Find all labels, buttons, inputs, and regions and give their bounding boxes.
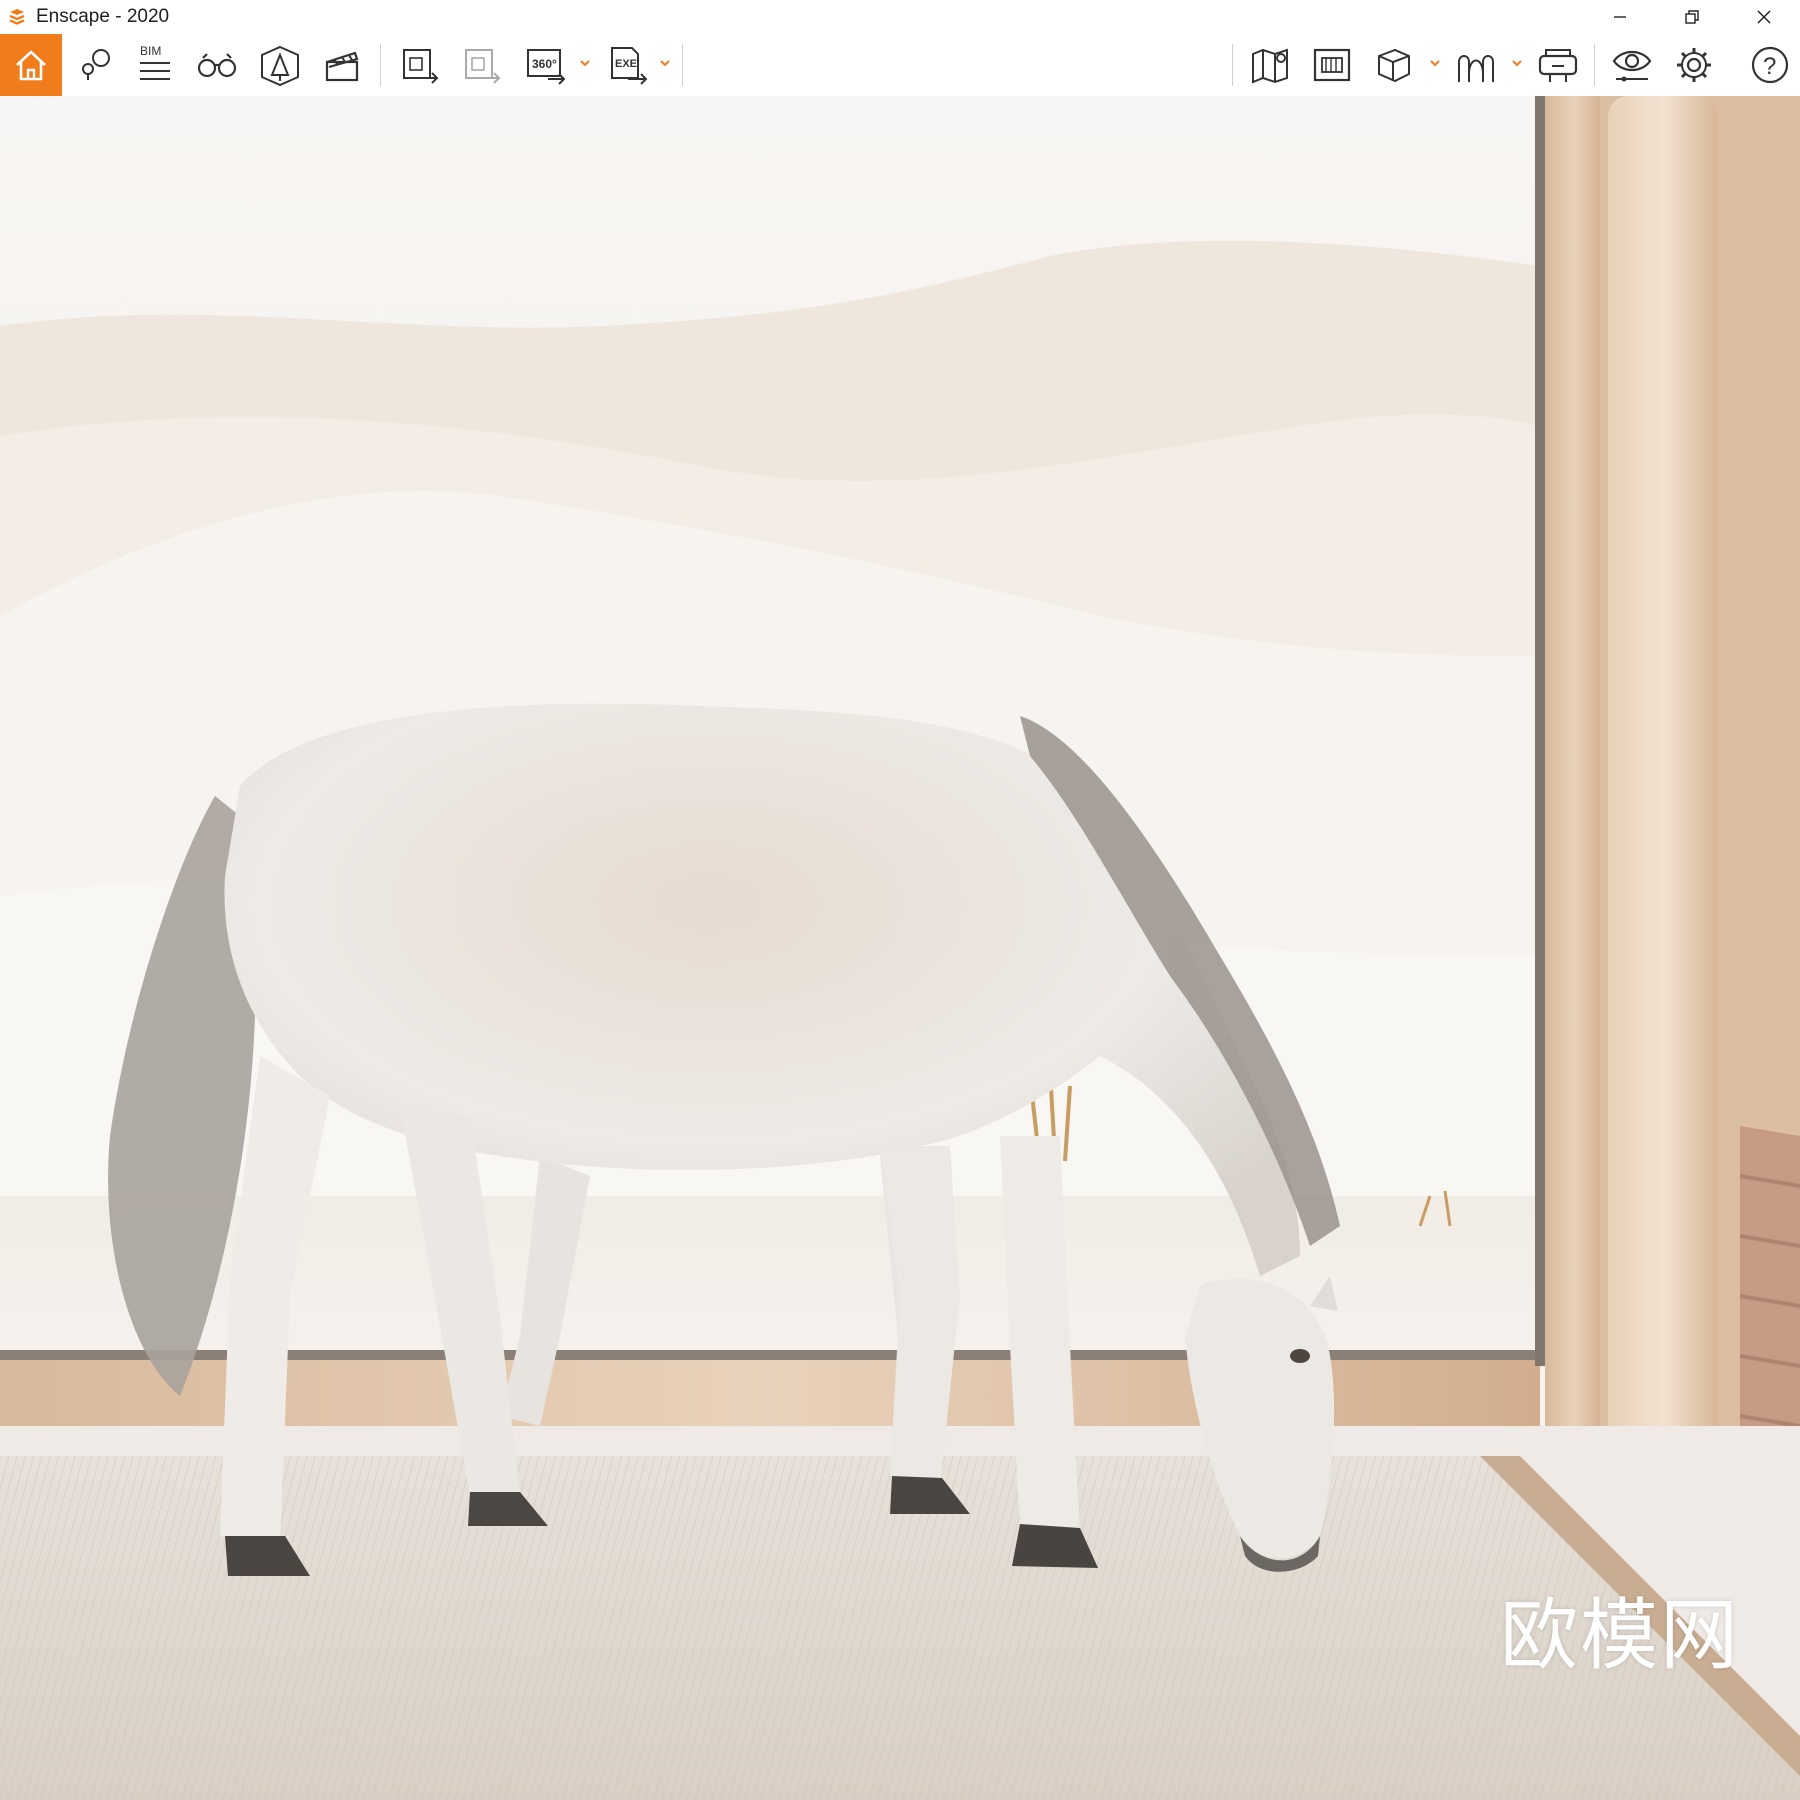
- view-cube-icon: [1373, 44, 1415, 86]
- clapperboard-icon: [322, 45, 362, 85]
- location-pins-button[interactable]: [70, 34, 122, 96]
- visual-settings-button[interactable]: [1606, 34, 1658, 96]
- panorama-360-button[interactable]: 360°: [520, 34, 572, 96]
- vr-headset-icon: [1536, 44, 1580, 86]
- help-button[interactable]: ?: [1744, 34, 1796, 96]
- export-exe-label: EXE: [615, 58, 637, 70]
- safety-light-button[interactable]: [254, 34, 306, 96]
- help-label: ?: [1763, 53, 1776, 80]
- batch-render-disabled-icon: [461, 44, 503, 86]
- toolbar-separator: [380, 44, 381, 86]
- home-icon: [12, 46, 50, 84]
- enscape-logo-icon: [6, 6, 28, 28]
- toolbar-separator: [1594, 44, 1595, 86]
- watermark-logo-text: 欧模网: [1499, 1591, 1740, 1681]
- chevron-down-icon[interactable]: [658, 56, 672, 70]
- window-controls: [1584, 0, 1800, 34]
- render-viewport[interactable]: 欧模网: [0, 96, 1800, 1800]
- toolbar-separator: [682, 44, 683, 86]
- chevron-down-icon[interactable]: [1510, 56, 1524, 70]
- bim-info-icon: BIM: [134, 43, 176, 87]
- batch-render-icon: [399, 44, 441, 86]
- toolbar-separator: [1232, 44, 1233, 86]
- bim-label: BIM: [140, 44, 161, 58]
- export-exe-icon: EXE: [606, 44, 650, 86]
- view-cube-button[interactable]: [1368, 34, 1420, 96]
- export-exe-button[interactable]: EXE: [602, 34, 654, 96]
- chevron-down-icon[interactable]: [1428, 56, 1442, 70]
- safety-light-icon: [258, 43, 302, 87]
- title-bar: Enscape - 2020: [0, 0, 1800, 34]
- batch-render-disabled-button[interactable]: [456, 34, 508, 96]
- window-title: Enscape - 2020: [36, 6, 170, 27]
- rendered-scene: [0, 96, 1800, 1800]
- walkthrough-icon: [1455, 44, 1497, 86]
- binoculars-button[interactable]: [192, 34, 242, 96]
- help-icon: ?: [1749, 44, 1791, 86]
- panorama-360-label: 360°: [532, 57, 557, 71]
- restore-button[interactable]: [1656, 0, 1728, 34]
- asset-library-button[interactable]: [1306, 34, 1358, 96]
- asset-library-icon: [1311, 44, 1353, 86]
- visual-settings-eye-icon: [1610, 45, 1654, 85]
- chevron-down-icon[interactable]: [578, 56, 592, 70]
- map-icon: [1249, 44, 1291, 86]
- enscape-toolbar: BIM 360° EXE ?: [0, 34, 1800, 120]
- location-pins-icon: [76, 45, 116, 85]
- vr-headset-button[interactable]: [1532, 34, 1584, 96]
- panorama-360-icon: 360°: [524, 44, 568, 86]
- binoculars-icon: [196, 50, 238, 80]
- minimize-button[interactable]: [1584, 0, 1656, 34]
- bim-info-button[interactable]: BIM: [130, 34, 180, 96]
- settings-button[interactable]: [1668, 34, 1720, 96]
- home-button[interactable]: [0, 34, 62, 96]
- settings-gear-icon: [1673, 44, 1715, 86]
- walkthrough-button[interactable]: [1450, 34, 1502, 96]
- map-button[interactable]: [1244, 34, 1296, 96]
- batch-render-button[interactable]: [394, 34, 446, 96]
- close-button[interactable]: [1728, 0, 1800, 34]
- video-editor-button[interactable]: [316, 34, 368, 96]
